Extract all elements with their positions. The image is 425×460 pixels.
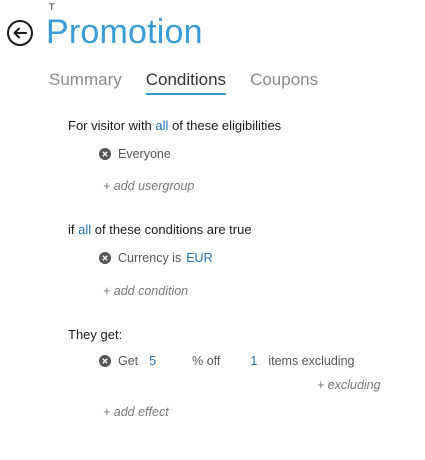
promotion-page: T Promotion Summary Conditions Coupons F… <box>0 0 425 460</box>
condition-label: Currency is <box>118 251 182 265</box>
condition-item: Currency is EUR <box>99 251 213 265</box>
conditions-prefix: if <box>68 222 75 237</box>
effect-item: Get 5 % off 1 items excluding <box>99 354 354 368</box>
effect-unit-label: % off <box>192 354 221 368</box>
effect-items-label: items excluding <box>268 354 355 368</box>
add-usergroup-link[interactable]: + add usergroup <box>103 179 194 193</box>
tab-conditions[interactable]: Conditions <box>145 70 227 95</box>
effects-title: They get: <box>68 327 123 342</box>
page-title: Promotion <box>46 13 203 51</box>
conditions-title: if all of these conditions are true <box>68 222 252 237</box>
eligibility-item: Everyone <box>99 147 171 161</box>
arrow-left-icon <box>13 27 27 39</box>
remove-icon[interactable] <box>99 252 111 264</box>
eligibility-suffix: of these eligibilities <box>172 118 282 133</box>
header-mark: T <box>49 2 55 12</box>
add-excluding-link[interactable]: + excluding <box>317 378 381 392</box>
back-button[interactable] <box>7 20 33 46</box>
currency-value-link[interactable]: EUR <box>186 251 212 265</box>
item-count-link[interactable]: 1 <box>250 354 257 368</box>
add-condition-link[interactable]: + add condition <box>103 284 188 298</box>
add-effect-link[interactable]: + add effect <box>103 405 169 419</box>
conditions-suffix: of these conditions are true <box>94 222 252 237</box>
tab-bar: Summary Conditions Coupons <box>49 70 318 95</box>
conditions-quantifier-link[interactable]: all <box>78 222 91 237</box>
remove-icon[interactable] <box>99 355 111 367</box>
eligibility-item-label: Everyone <box>118 147 171 161</box>
tab-coupons[interactable]: Coupons <box>250 70 318 95</box>
tab-summary[interactable]: Summary <box>49 70 122 95</box>
eligibility-prefix: For visitor with <box>68 118 152 133</box>
eligibility-title: For visitor with all of these eligibilit… <box>68 118 281 133</box>
remove-icon[interactable] <box>99 148 111 160</box>
effect-get-label: Get <box>118 354 139 368</box>
eligibility-quantifier-link[interactable]: all <box>155 118 168 133</box>
discount-amount-link[interactable]: 5 <box>149 354 156 368</box>
